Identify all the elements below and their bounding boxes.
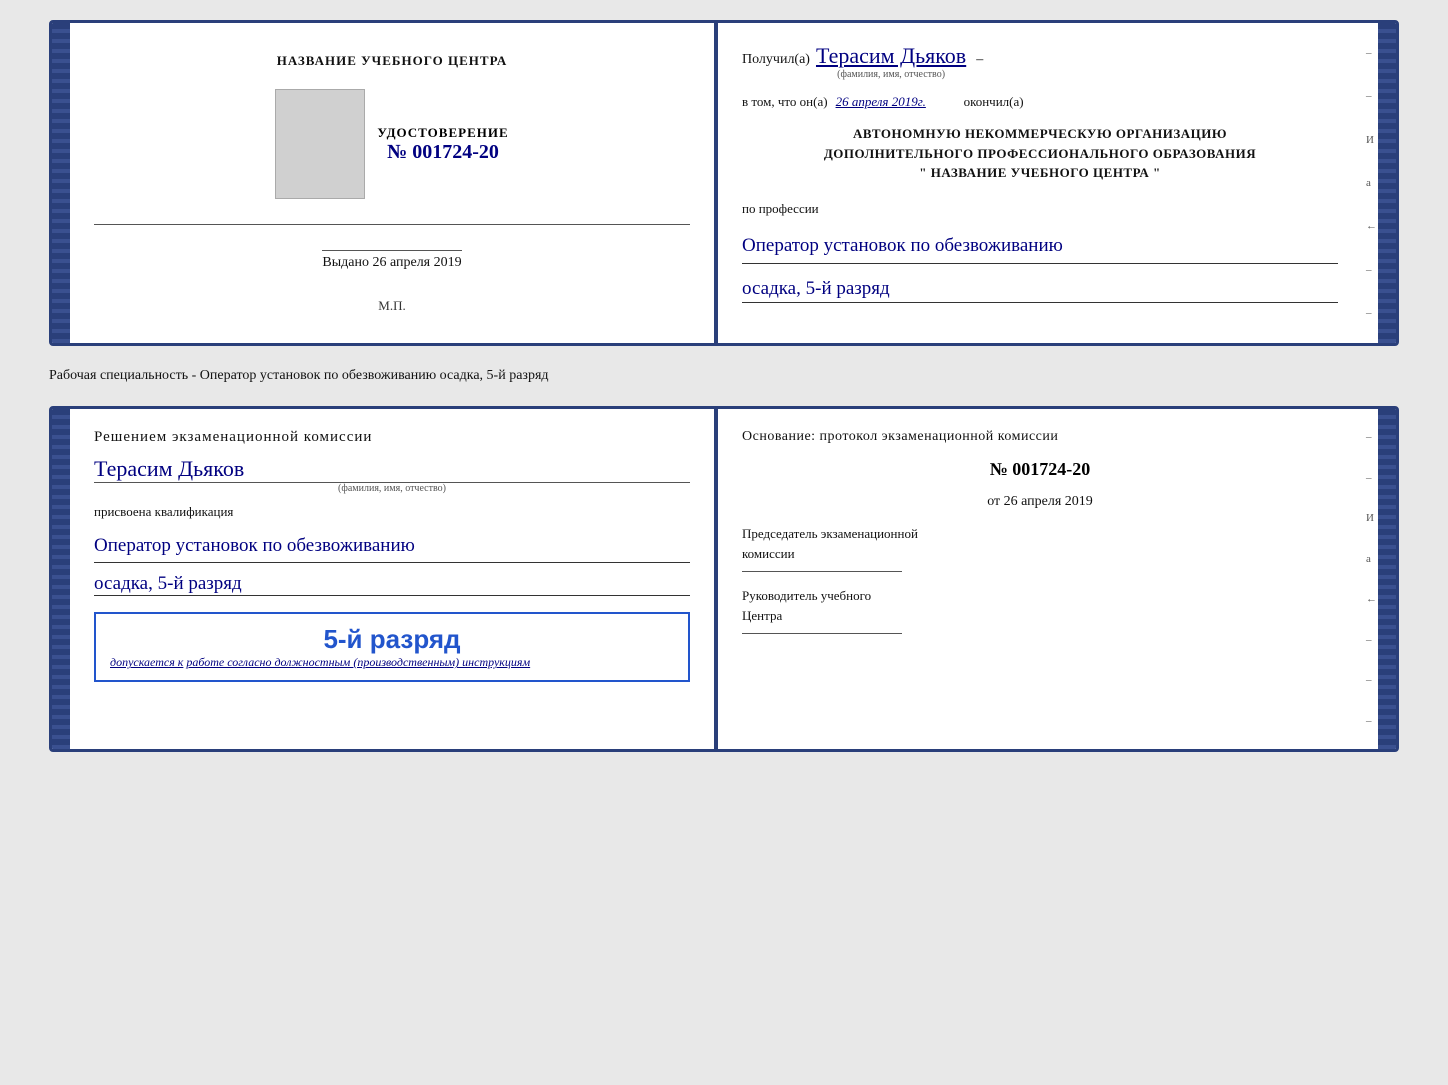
center-title: НАЗВАНИЕ УЧЕБНОГО ЦЕНТРА [277, 52, 508, 70]
bottom-right-margin: – – И а ← – – – [1362, 409, 1378, 749]
predsedatel-signature [742, 571, 902, 572]
resheniem-title: Решением экзаменационной комиссии [94, 429, 690, 446]
page-container: НАЗВАНИЕ УЧЕБНОГО ЦЕНТРА УДОСТОВЕРЕНИЕ №… [49, 20, 1399, 752]
ot-prefix: от [987, 494, 1000, 509]
mp-label: М.П. [378, 298, 405, 314]
razryad-text: осадка, 5-й разряд [742, 278, 1338, 303]
name-block-bottom: Терасим Дьяков (фамилия, имя, отчество) [94, 456, 690, 494]
bottom-right-strip [1378, 409, 1396, 749]
prisvoena-label: присвоена квалификация [94, 504, 690, 520]
qualification-text: Оператор установок по обезвоживанию [94, 530, 690, 563]
bottom-document: Решением экзаменационной комиссии Тераси… [49, 406, 1399, 752]
okonchil-label: окончил(а) [964, 94, 1024, 110]
dopuskaetsya-underline: работе согласно должностным (производств… [186, 655, 530, 669]
rukovoditel-block: Руководитель учебного Центра [742, 586, 1338, 634]
bottom-left-strip [52, 409, 70, 749]
dopuskaetsya-line: допускается к работе согласно должностны… [110, 655, 674, 670]
rukovoditel-line1: Руководитель учебного [742, 586, 1338, 606]
bottom-fio-hint: (фамилия, имя, отчество) [94, 483, 690, 494]
po-professii-label: по профессии [742, 201, 1338, 217]
right-strip [1378, 23, 1396, 343]
predsedatel-line2: комиссии [742, 544, 1338, 564]
bottom-recipient-name: Терасим Дьяков [94, 456, 690, 483]
predsedatel-line1: Председатель экзаменационной [742, 524, 1338, 544]
ot-line: от 26 апреля 2019 [742, 494, 1338, 510]
predsedatel-block: Председатель экзаменационной комиссии [742, 524, 1338, 572]
rukovoditel-line2: Центра [742, 606, 1338, 626]
stamp-razryad: 5-й разряд [110, 624, 674, 655]
avtonom-block: АВТОНОМНУЮ НЕКОММЕРЧЕСКУЮ ОРГАНИЗАЦИЮ ДО… [742, 124, 1338, 183]
photo-placeholder [275, 89, 365, 199]
vtom-prefix: в том, что он(а) [742, 94, 828, 110]
rukovoditel-signature [742, 633, 902, 634]
recipient-name: Терасим Дьяков [816, 43, 966, 69]
udost-number: № 001724-20 [377, 141, 508, 164]
vtom-line: в том, что он(а) 26 апреля 2019г. окончи… [742, 94, 1338, 110]
profession-text: Оператор установок по обезвоживанию [742, 231, 1338, 264]
vydano-date: 26 апреля 2019 [372, 255, 461, 270]
bottom-doc-left: Решением экзаменационной комиссии Тераси… [70, 409, 714, 749]
fio-hint: (фамилия, имя, отчество) [837, 69, 945, 80]
top-document: НАЗВАНИЕ УЧЕБНОГО ЦЕНТРА УДОСТОВЕРЕНИЕ №… [49, 20, 1399, 346]
vydano-prefix: Выдано [322, 255, 369, 270]
vydano-line: Выдано 26 апреля 2019 [322, 250, 461, 271]
poluchil-label: Получил(а) [742, 52, 810, 68]
protokol-number: № 001724-20 [742, 459, 1338, 480]
top-doc-right: Получил(а) Терасим Дьяков (фамилия, имя,… [718, 23, 1362, 343]
dopuskaetsya-prefix: допускается к [110, 655, 183, 669]
top-doc-left: НАЗВАНИЕ УЧЕБНОГО ЦЕНТРА УДОСТОВЕРЕНИЕ №… [70, 23, 714, 343]
poluchil-row: Получил(а) Терасим Дьяков (фамилия, имя,… [742, 43, 1338, 80]
left-strip [52, 23, 70, 343]
middle-label: Рабочая специальность - Оператор установ… [49, 362, 1399, 390]
avtonom-line3: " НАЗВАНИЕ УЧЕБНОГО ЦЕНТРА " [742, 163, 1338, 183]
razryad2-text: осадка, 5-й разряд [94, 573, 690, 596]
ot-date: 26 апреля 2019 [1004, 494, 1093, 509]
vtom-date: 26 апреля 2019г. [836, 94, 956, 110]
avtonom-line2: ДОПОЛНИТЕЛЬНОГО ПРОФЕССИОНАЛЬНОГО ОБРАЗО… [742, 144, 1338, 164]
right-margin: – – И а ← – – [1362, 23, 1378, 343]
osnovanie-title: Основание: протокол экзаменационной коми… [742, 429, 1338, 445]
udost-block: УДОСТОВЕРЕНИЕ № 001724-20 [377, 125, 508, 164]
bottom-doc-right: Основание: протокол экзаменационной коми… [718, 409, 1362, 749]
udost-label: УДОСТОВЕРЕНИЕ [377, 125, 508, 141]
blue-stamp-box: 5-й разряд допускается к работе согласно… [94, 612, 690, 682]
avtonom-line1: АВТОНОМНУЮ НЕКОММЕРЧЕСКУЮ ОРГАНИЗАЦИЮ [742, 124, 1338, 144]
